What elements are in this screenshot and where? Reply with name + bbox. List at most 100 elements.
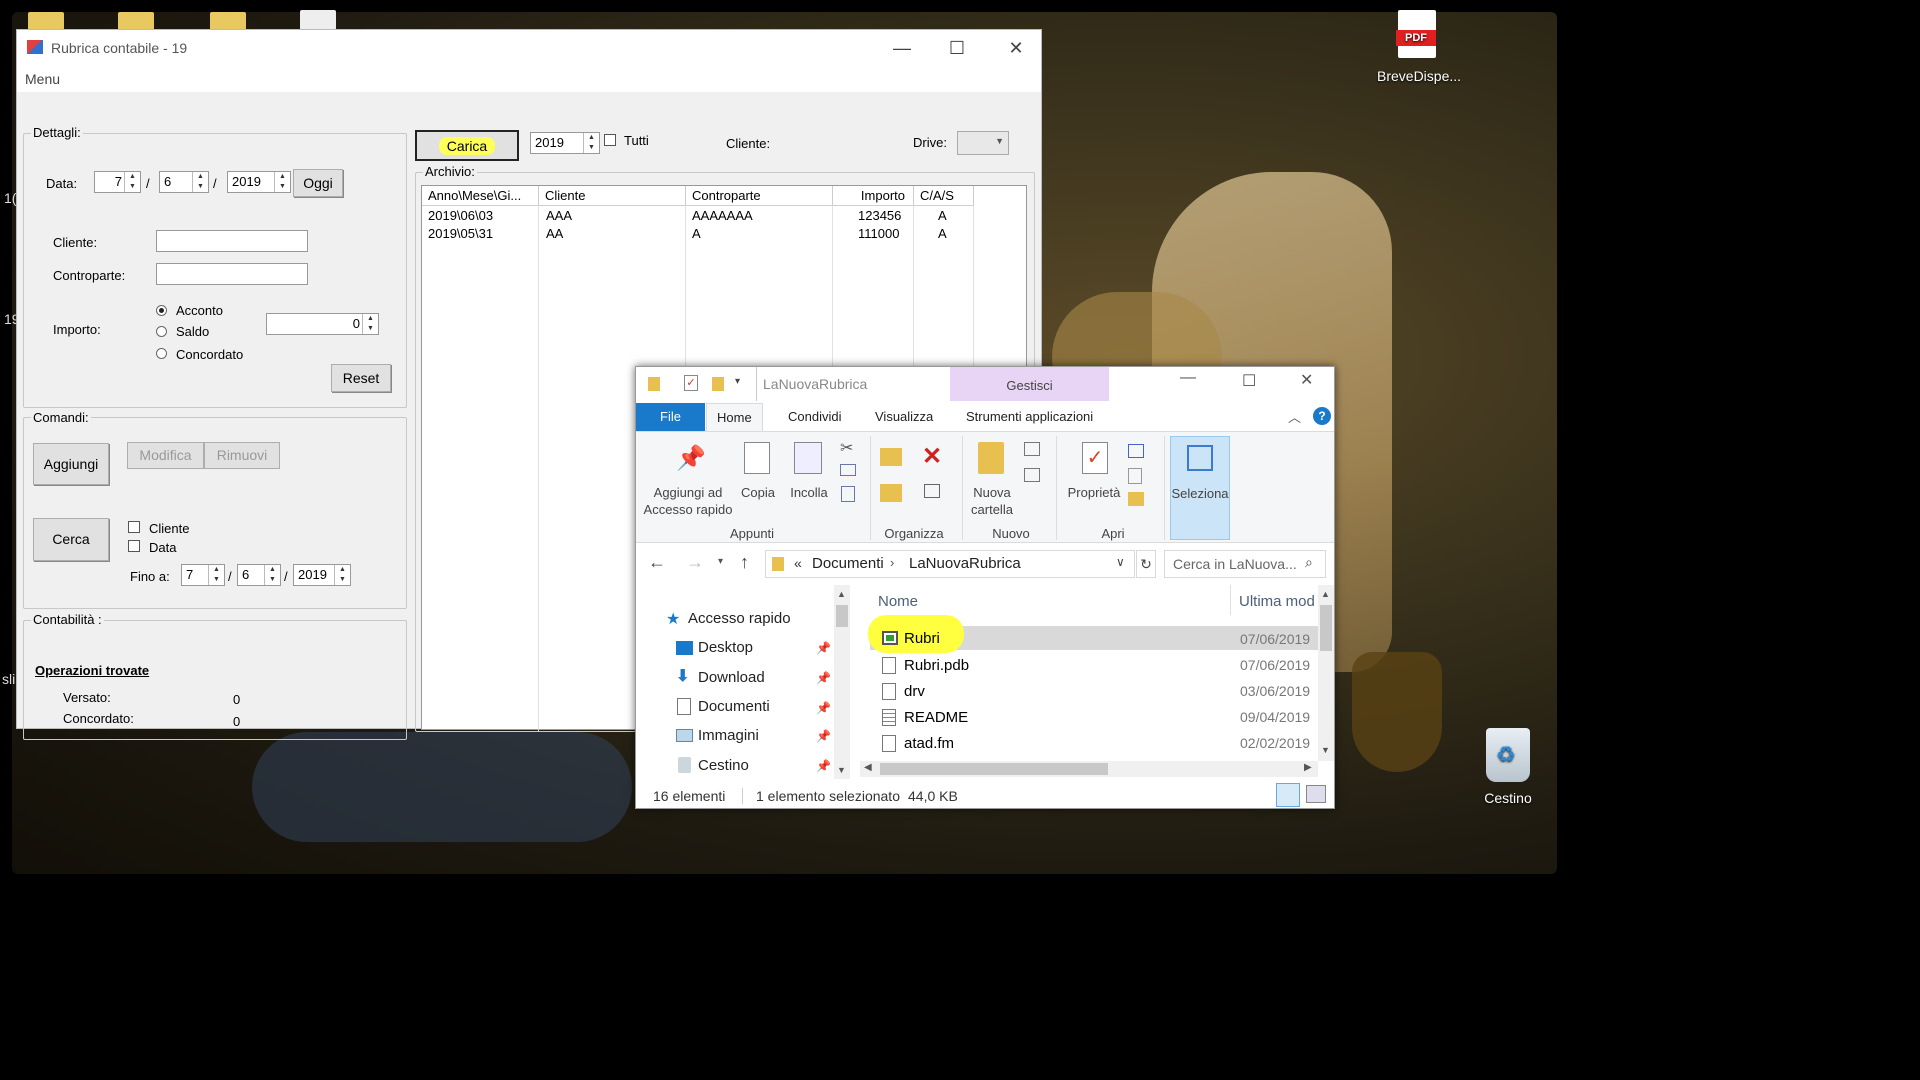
- recent-dropdown-icon[interactable]: ▾: [718, 556, 723, 567]
- paste-shortcut-icon[interactable]: [841, 486, 855, 502]
- nav-accesso-rapido[interactable]: Accesso rapido: [688, 610, 791, 627]
- close-button[interactable]: ✕: [1001, 36, 1031, 62]
- desktop-folder-icon[interactable]: [118, 12, 154, 30]
- breadcrumb-lanuovarubrica[interactable]: LaNuovaRubrica: [909, 555, 1021, 572]
- cliente-checkbox[interactable]: [128, 521, 140, 533]
- qat-dropdown-icon[interactable]: ▾: [735, 376, 740, 387]
- cerca-button[interactable]: Cerca: [33, 518, 109, 561]
- cut-icon[interactable]: ✂: [840, 438, 853, 458]
- file-name[interactable]: Rubri: [904, 629, 940, 649]
- copy-to-icon[interactable]: [880, 484, 902, 502]
- acconto-radio[interactable]: [156, 305, 167, 316]
- easy-access-icon[interactable]: [1024, 468, 1040, 482]
- collapse-ribbon-icon[interactable]: ︿: [1288, 407, 1301, 426]
- drive-dropdown[interactable]: ▼: [957, 131, 1009, 155]
- close-button[interactable]: ✕: [1300, 370, 1313, 390]
- gestisci-context-tab[interactable]: Gestisci: [950, 367, 1109, 401]
- nav-immagini[interactable]: Immagini: [698, 727, 759, 744]
- nav-desktop[interactable]: Desktop: [698, 639, 753, 656]
- tab-file[interactable]: File: [636, 403, 705, 431]
- history-icon[interactable]: [1128, 492, 1144, 506]
- nav-documenti[interactable]: Documenti: [698, 698, 770, 715]
- tutti-checkbox[interactable]: [604, 134, 616, 146]
- year-filter-spinner[interactable]: 2019 ▲ ▼: [530, 132, 600, 154]
- year-spinner[interactable]: 2019 ▲ ▼: [227, 171, 291, 193]
- column-header[interactable]: Cliente: [539, 186, 686, 206]
- nav-cestino[interactable]: Cestino: [698, 757, 749, 774]
- properties-qat-icon[interactable]: ✓: [684, 375, 698, 391]
- copy-path-icon[interactable]: [840, 464, 856, 476]
- column-ultima-modifica[interactable]: Ultima mod: [1239, 593, 1319, 610]
- path-overflow[interactable]: «: [794, 555, 802, 571]
- file-name[interactable]: atad.fm: [904, 734, 954, 754]
- address-bar[interactable]: « Documenti › LaNuovaRubrica ∨: [765, 550, 1135, 578]
- fino-day-spinner[interactable]: 7 ▲ ▼: [181, 564, 225, 586]
- proprieta-button[interactable]: Proprietà: [1064, 484, 1124, 501]
- move-to-icon[interactable]: [880, 448, 902, 466]
- reset-button[interactable]: Reset: [331, 364, 391, 392]
- new-folder-qat-icon[interactable]: [712, 377, 724, 391]
- data-checkbox[interactable]: [128, 540, 140, 552]
- tab-condividi[interactable]: Condividi: [778, 403, 851, 431]
- controparte-input[interactable]: [156, 263, 308, 285]
- back-arrow-icon[interactable]: ←: [648, 552, 666, 573]
- delete-icon[interactable]: ✕: [922, 442, 942, 471]
- pin-quick-access-button[interactable]: Aggiungi ad Accesso rapido: [640, 484, 736, 518]
- modifica-button[interactable]: Modifica: [127, 442, 204, 469]
- search-input[interactable]: Cerca in LaNuova... ⌕: [1164, 550, 1326, 578]
- importo-spinner[interactable]: 0 ▲ ▼: [266, 313, 379, 335]
- concordato-radio[interactable]: [156, 348, 167, 359]
- incolla-button[interactable]: Incolla: [786, 484, 832, 501]
- file-name[interactable]: Rubri.pdb: [904, 656, 969, 676]
- month-spinner[interactable]: 6 ▲ ▼: [159, 171, 209, 193]
- carica-button[interactable]: Carica: [415, 130, 519, 161]
- copia-button[interactable]: Copia: [736, 484, 780, 501]
- aggiungi-button[interactable]: Aggiungi: [33, 443, 109, 485]
- minimize-button[interactable]: —: [1180, 369, 1196, 387]
- refresh-icon[interactable]: ↻: [1136, 550, 1156, 578]
- desktop-folder-icon[interactable]: [28, 12, 64, 30]
- breadcrumb-documenti[interactable]: Documenti: [812, 555, 884, 572]
- new-item-icon[interactable]: [1024, 442, 1040, 456]
- edit-icon[interactable]: [1128, 468, 1142, 484]
- column-header[interactable]: C/A/S: [914, 186, 974, 206]
- open-icon[interactable]: [1128, 444, 1144, 458]
- nuova-cartella-button[interactable]: Nuova cartella: [966, 484, 1018, 518]
- forward-arrow-icon[interactable]: →: [686, 552, 704, 573]
- file-list-vscrollbar[interactable]: ▲ ▼: [1318, 585, 1334, 761]
- file-name[interactable]: drv: [904, 682, 925, 702]
- chevron-down-icon[interactable]: ∨: [1116, 555, 1125, 569]
- fino-month-spinner[interactable]: 6 ▲ ▼: [237, 564, 281, 586]
- column-nome[interactable]: Nome: [878, 593, 918, 610]
- up-arrow-icon[interactable]: ↑: [740, 552, 749, 573]
- minimize-button[interactable]: —: [887, 36, 917, 62]
- details-view-icon[interactable]: [1276, 783, 1300, 807]
- tab-visualizza[interactable]: Visualizza: [865, 403, 943, 431]
- saldo-radio[interactable]: [156, 326, 167, 337]
- desktop-recycle-bin[interactable]: Cestino: [1468, 728, 1548, 806]
- column-header[interactable]: Importo: [833, 186, 914, 206]
- file-list-hscrollbar[interactable]: ◀ ▶: [860, 761, 1318, 777]
- desktop-pdf-shortcut[interactable]: PDF BreveDispe...: [1377, 10, 1461, 84]
- table-row[interactable]: 2019\06\03 AAA AAAAAAA 123456 A: [422, 208, 1026, 226]
- maximize-button[interactable]: ☐: [942, 36, 972, 62]
- menu-item[interactable]: Menu: [25, 71, 60, 87]
- cliente-input[interactable]: [156, 230, 308, 252]
- table-row[interactable]: 2019\05\31 AA A 111000 A: [422, 226, 1026, 244]
- oggi-button[interactable]: Oggi: [293, 169, 343, 197]
- column-header[interactable]: Controparte: [686, 186, 833, 206]
- desktop-file-icon[interactable]: [300, 10, 336, 30]
- day-spinner[interactable]: 7 ▲ ▼: [94, 171, 141, 193]
- maximize-button[interactable]: ☐: [1242, 371, 1256, 391]
- nav-download[interactable]: Download: [698, 669, 765, 686]
- seleziona-button[interactable]: Seleziona: [1170, 436, 1230, 540]
- rename-icon[interactable]: [924, 484, 940, 498]
- column-header[interactable]: Anno\Mese\Gi...: [422, 186, 539, 206]
- large-icons-view-icon[interactable]: [1306, 785, 1326, 803]
- help-icon[interactable]: ?: [1313, 407, 1331, 425]
- tab-home[interactable]: Home: [706, 403, 763, 431]
- fino-year-spinner[interactable]: 2019 ▲ ▼: [293, 564, 351, 586]
- file-name[interactable]: README: [904, 708, 968, 728]
- rimuovi-button[interactable]: Rimuovi: [204, 442, 280, 469]
- desktop-folder-icon[interactable]: [210, 12, 246, 30]
